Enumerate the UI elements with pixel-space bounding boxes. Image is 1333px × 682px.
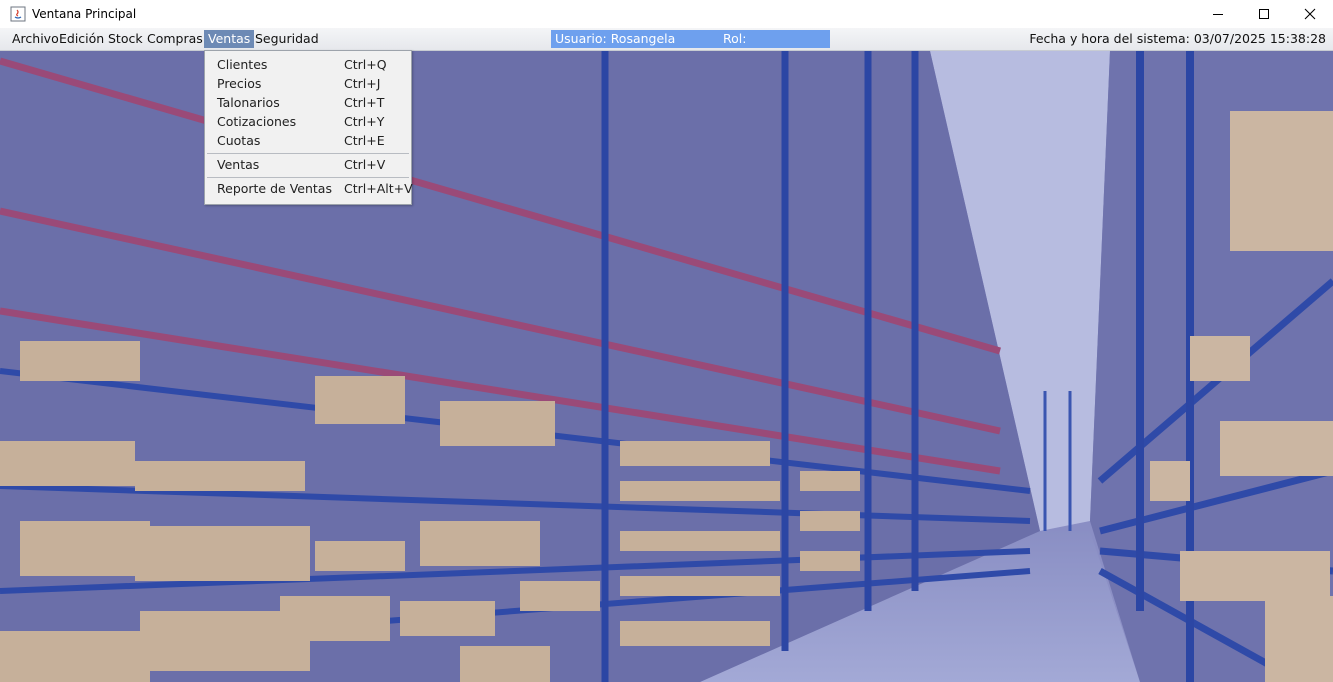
menu-item-cotizaciones[interactable]: Cotizaciones Ctrl+Y <box>205 112 411 131</box>
window-title: Ventana Principal <box>32 7 137 21</box>
menu-edicion[interactable]: Edición <box>55 30 108 48</box>
window-controls <box>1195 0 1333 28</box>
java-app-icon <box>10 6 26 22</box>
warehouse-background-image <box>0 51 1333 682</box>
menu-item-clientes[interactable]: Clientes Ctrl+Q <box>205 55 411 74</box>
menu-item-label: Cotizaciones <box>217 114 297 129</box>
menu-item-label: Clientes <box>217 57 268 72</box>
menu-item-shortcut: Ctrl+Alt+V <box>344 181 413 196</box>
menu-item-label: Reporte de Ventas <box>217 181 332 196</box>
menu-ventas[interactable]: Ventas <box>204 30 255 48</box>
menu-seguridad[interactable]: Seguridad <box>251 30 323 48</box>
user-info-panel: Usuario: Rosangela Rol: Administrador <box>551 30 830 64</box>
menu-item-ventas[interactable]: Ventas Ctrl+V <box>205 155 411 174</box>
user-label: Usuario: Rosangela <box>555 31 676 46</box>
maximize-button[interactable] <box>1241 0 1287 28</box>
system-datetime: Fecha y hora del sistema: 03/07/2025 15:… <box>1029 31 1326 46</box>
menu-separator <box>207 153 409 154</box>
menu-item-talonarios[interactable]: Talonarios Ctrl+T <box>205 93 411 112</box>
title-bar: Ventana Principal <box>0 0 1333 28</box>
menu-item-shortcut: Ctrl+Y <box>344 114 385 129</box>
menu-item-shortcut: Ctrl+E <box>344 133 385 148</box>
menu-separator <box>207 177 409 178</box>
close-button[interactable] <box>1287 0 1333 28</box>
maximize-icon <box>1259 9 1269 19</box>
menu-item-cuotas[interactable]: Cuotas Ctrl+E <box>205 131 411 150</box>
menu-item-label: Cuotas <box>217 133 261 148</box>
minimize-button[interactable] <box>1195 0 1241 28</box>
menu-item-shortcut: Ctrl+Q <box>344 57 387 72</box>
minimize-icon <box>1213 14 1223 15</box>
ventas-dropdown-menu: Clientes Ctrl+Q Precios Ctrl+J Talonario… <box>204 50 413 205</box>
menu-item-reporte-de-ventas[interactable]: Reporte de Ventas Ctrl+Alt+V <box>205 179 413 198</box>
menu-item-label: Precios <box>217 76 262 91</box>
menu-item-label: Talonarios <box>217 95 280 110</box>
close-icon <box>1304 8 1316 20</box>
menu-item-shortcut: Ctrl+J <box>344 76 381 91</box>
menu-item-shortcut: Ctrl+T <box>344 95 385 110</box>
menu-item-shortcut: Ctrl+V <box>344 157 386 172</box>
menu-stock[interactable]: Stock <box>104 30 147 48</box>
menu-item-precios[interactable]: Precios Ctrl+J <box>205 74 411 93</box>
menu-compras[interactable]: Compras <box>143 30 207 48</box>
menu-item-label: Ventas <box>217 157 260 172</box>
main-background-panel <box>0 51 1333 682</box>
